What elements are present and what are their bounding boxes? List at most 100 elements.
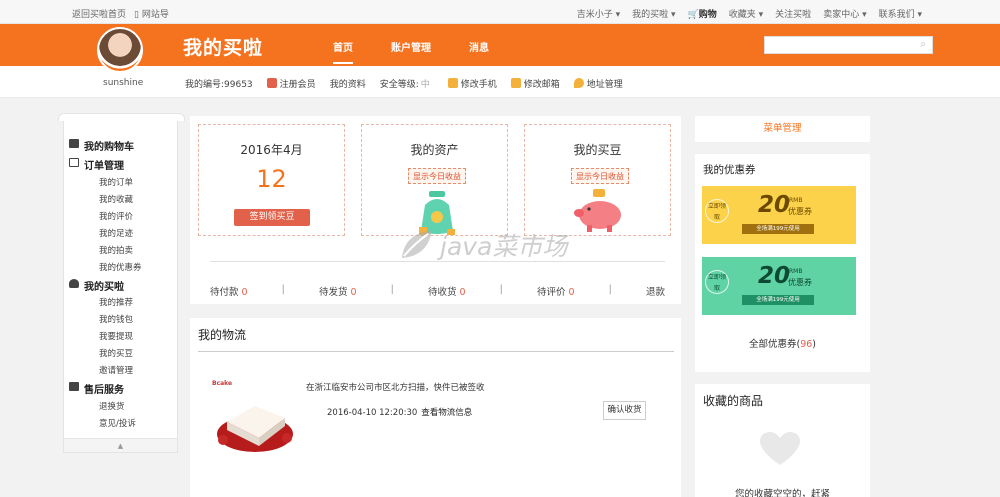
member-link[interactable]: 注册会员 [266, 77, 316, 90]
profile-link[interactable]: 我的资料 [330, 77, 366, 90]
all-coupons-label: 全部优惠券( [748, 339, 801, 350]
sidebar-item-returns[interactable]: 退换货 [99, 400, 125, 412]
status-pending-payment[interactable]: 待付款 0 [210, 284, 248, 298]
nav-account-settings[interactable]: 账户管理 [391, 39, 431, 64]
coupon-card[interactable]: 立即领取 20 RMB 优惠券 全场满199元使用 [702, 186, 856, 244]
coupon-card[interactable]: 立即领取 20 RMB 优惠券 全场满199元使用 [702, 257, 856, 315]
sidebar-group-cart[interactable]: 我的购物车 [69, 138, 134, 153]
change-phone-label: 修改手机 [460, 80, 497, 90]
sidebar-item-withdraw[interactable]: 我要提现 [99, 330, 133, 342]
sidebar-group-my-mall[interactable]: 我的买啦 [69, 278, 124, 293]
nav-messages[interactable]: 消息 [469, 39, 489, 64]
confirm-receipt-button[interactable]: 确认收货 [603, 401, 646, 420]
topbar-contact-label: 联系我们 [878, 10, 915, 20]
sidebar-item-my-coupons[interactable]: 我的优惠券 [99, 261, 142, 273]
sidebar-group-after-sales[interactable]: 售后服务 [69, 381, 124, 396]
coupons-title: 我的优惠券 [703, 164, 756, 176]
topbar-contact-menu[interactable]: 联系我们 ▾ [879, 7, 922, 20]
piggy-bank-icon [574, 189, 621, 232]
security-level: 安全等级: 中 [380, 77, 430, 90]
member-badge-icon [266, 78, 277, 88]
status-separator: | [281, 284, 285, 295]
coupon-condition: 全场满199元使用 [742, 224, 814, 234]
status-count: 0 [459, 287, 466, 298]
beans-show-earnings[interactable]: 显示今日收益 [571, 168, 629, 184]
location-pin-icon [573, 78, 584, 88]
sidebar-item-my-beans[interactable]: 我的买豆 [99, 347, 133, 359]
status-label: 待评价 [536, 287, 566, 298]
coupon-badge: 立即领取 [705, 270, 729, 294]
user-info-items: 我的编号:99653 注册会员 我的资料 安全等级: 中 修改手机 修改邮箱 地址… [185, 77, 623, 90]
sidebar-item-my-footprints[interactable]: 我的足迹 [99, 227, 133, 239]
status-separator: | [499, 284, 503, 295]
sidebar-item-my-auctions[interactable]: 我的拍卖 [99, 244, 133, 256]
logistics-time: 2016-04-10 12:20:30 [327, 408, 418, 418]
favorites-title: 收藏的商品 [703, 394, 764, 408]
user-id: 我的编号:99653 [185, 80, 253, 90]
topbar-user-menu[interactable]: 吉米小子 ▾ [577, 7, 620, 20]
avatar[interactable] [97, 27, 143, 73]
cart-icon: 🛒 [687, 10, 699, 20]
status-count: 0 [568, 287, 575, 298]
logistics-detail-link[interactable]: 查看物流信息 [421, 408, 472, 418]
coupon-condition: 全场满199元使用 [742, 295, 814, 305]
favorites-panel: 收藏的商品 您的收藏空空的，赶紧 [695, 384, 870, 497]
topbar-cart-link[interactable]: 🛒购物 [688, 7, 717, 20]
checkin-month: 2016年4月 [240, 143, 303, 157]
sidebar-group-label: 售后服务 [84, 385, 124, 396]
username: sunshine [103, 78, 144, 88]
topbar-seller-label: 卖家中心 [823, 10, 860, 20]
status-label: 待发货 [318, 287, 348, 298]
sidebar-group-orders[interactable]: 订单管理 [69, 157, 124, 172]
status-count: 0 [241, 287, 248, 298]
topbar-seller-menu[interactable]: 卖家中心 ▾ [823, 7, 866, 20]
heart-icon [760, 432, 800, 465]
site-nav-link[interactable]: ▯ 网站导 [134, 7, 169, 20]
status-separator: | [390, 284, 394, 295]
change-email-link[interactable]: 修改邮箱 [510, 77, 560, 90]
sidebar-item-invitations[interactable]: 邀请管理 [99, 364, 133, 376]
status-refund[interactable]: 退款 [646, 284, 665, 298]
sidebar-item-my-wallet[interactable]: 我的钱包 [99, 313, 133, 325]
topbar-my-mall-menu[interactable]: 我的买啦 ▾ [632, 7, 675, 20]
topbar-follow-link[interactable]: 关注买啦 [775, 7, 811, 20]
topbar-favorites-menu[interactable]: 收藏夹 ▾ [729, 7, 763, 20]
search-input[interactable]: ⌕ [764, 36, 933, 54]
sidebar-item-feedback[interactable]: 意见/投诉 [99, 417, 136, 429]
checkin-day: 12 [256, 165, 287, 193]
nav-home[interactable]: 首页 [333, 39, 353, 64]
status-pending-review[interactable]: 待评价 0 [537, 284, 575, 298]
logistics-message: 在浙江临安市公司市区北方扫描，快件已被签收 [306, 383, 485, 393]
status-label: 退款 [645, 287, 665, 298]
checkin-button[interactable]: 签到领买豆 [234, 209, 310, 226]
beans-card: 我的买豆 显示今日收益 [524, 124, 671, 236]
topbar-user-label: 吉米小子 [576, 10, 613, 20]
product-thumbnail[interactable] [215, 394, 295, 454]
topbar-favorites-label: 收藏夹 [728, 10, 756, 20]
security-value: 中 [420, 80, 430, 90]
phone-icon [447, 78, 458, 88]
sidebar-item-my-orders[interactable]: 我的订单 [99, 176, 133, 188]
change-phone-link[interactable]: 修改手机 [447, 77, 497, 90]
status-pending-receipt[interactable]: 待收货 0 [428, 284, 466, 298]
change-email-label: 修改邮箱 [523, 80, 560, 90]
sidebar-item-my-reviews[interactable]: 我的评价 [99, 210, 133, 222]
beans-title: 我的买豆 [573, 143, 622, 157]
coupon-currency: RMB [789, 268, 803, 275]
overview-panel: 2016年4月 12 签到领买豆 我的资产 显示今日收益 我的买豆 显示今日收益… [190, 116, 681, 304]
assets-show-earnings[interactable]: 显示今日收益 [408, 168, 466, 184]
cart-icon [69, 139, 79, 148]
address-link[interactable]: 地址管理 [573, 77, 623, 90]
all-coupons-link[interactable]: 全部优惠券(96) [695, 336, 870, 350]
sidebar-item-my-referrals[interactable]: 我的推荐 [99, 296, 133, 308]
sidebar-scroll-up[interactable]: ▲ [64, 438, 177, 452]
coupon-amount: 20 [758, 192, 791, 218]
main-nav: 首页 账户管理 消息 [333, 39, 489, 64]
sidebar-item-my-favorites[interactable]: 我的收藏 [99, 193, 133, 205]
brand-title[interactable]: 我的买啦 [183, 33, 263, 60]
assets-title: 我的资产 [410, 143, 459, 157]
home-link[interactable]: 返回买啦首页 [72, 7, 126, 20]
menu-manage-link[interactable]: 菜单管理 [695, 116, 870, 142]
search-icon[interactable]: ⌕ [920, 39, 926, 50]
status-pending-shipment[interactable]: 待发货 0 [319, 284, 357, 298]
